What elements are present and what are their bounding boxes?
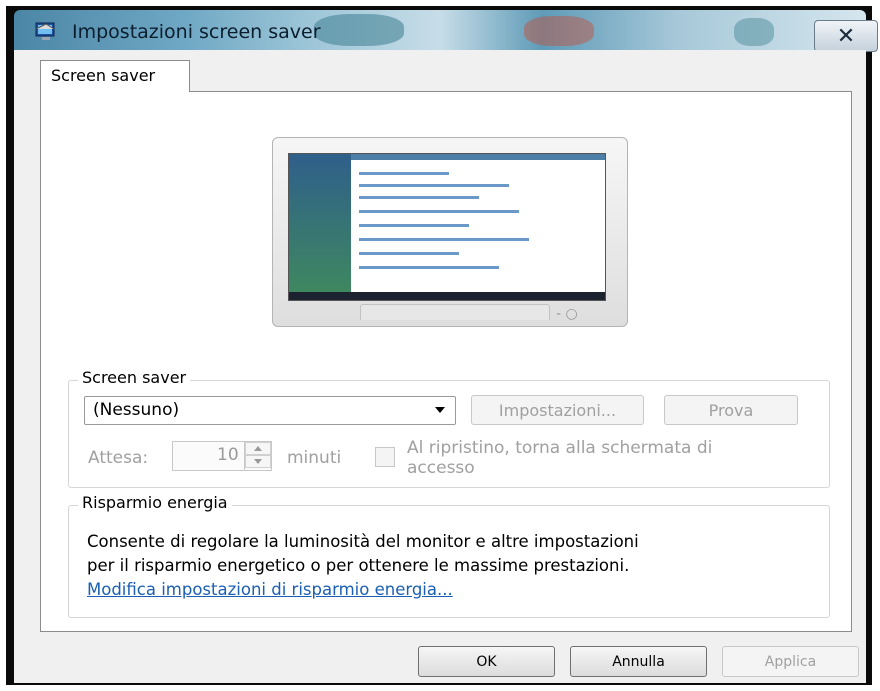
- screen-saver-selected-value: (Nessuno): [93, 400, 180, 420]
- titlebar-decoration: [314, 14, 404, 46]
- titlebar-decoration: [524, 16, 594, 46]
- ok-button[interactable]: OK: [418, 646, 555, 677]
- monitor-power-icon: - ○: [556, 306, 578, 322]
- wait-label: Attesa:: [88, 448, 149, 468]
- apply-button[interactable]: Applica: [722, 646, 859, 677]
- close-icon: ✕: [836, 23, 856, 49]
- cancel-button[interactable]: Annulla: [570, 646, 707, 677]
- stepper-down-icon[interactable]: [245, 455, 271, 468]
- settings-button[interactable]: Impostazioni...: [471, 395, 644, 425]
- screen-saver-group-label: Screen saver: [78, 368, 191, 387]
- wait-minutes-value: 10: [217, 445, 239, 465]
- titlebar-decoration: [734, 18, 774, 46]
- minutes-label: minuti: [287, 448, 342, 468]
- power-description-line2: per il risparmio energetico o per ottene…: [87, 556, 630, 575]
- monitor-screen-preview: [288, 153, 606, 301]
- chevron-down-icon: [435, 407, 445, 413]
- monitor-base: [360, 304, 550, 320]
- window-title: Impostazioni screen saver: [72, 21, 321, 43]
- resume-logon-checkbox[interactable]: [375, 447, 395, 467]
- stepper-up-icon[interactable]: [245, 442, 271, 455]
- wait-minutes-stepper[interactable]: 10: [172, 441, 272, 471]
- preview-button[interactable]: Prova: [664, 395, 798, 425]
- resume-logon-label-line1: Al ripristino, torna alla schermata di: [407, 438, 713, 458]
- resume-logon-label: Al ripristino, torna alla schermata di a…: [407, 438, 712, 478]
- tab-screen-saver[interactable]: Screen saver: [40, 60, 190, 92]
- power-description: Consente di regolare la luminosità del m…: [87, 530, 639, 578]
- power-settings-link[interactable]: Modifica impostazioni di risparmio energ…: [87, 580, 453, 599]
- screen-saver-select[interactable]: (Nessuno): [84, 396, 456, 425]
- title-bar[interactable]: Impostazioni screen saver ✕: [14, 10, 878, 52]
- screen-saver-app-icon: [35, 22, 55, 40]
- power-group-label: Risparmio energia: [78, 493, 232, 512]
- close-button[interactable]: ✕: [814, 20, 878, 52]
- resume-logon-label-line2: accesso: [407, 458, 475, 478]
- power-description-line1: Consente di regolare la luminosità del m…: [87, 532, 639, 551]
